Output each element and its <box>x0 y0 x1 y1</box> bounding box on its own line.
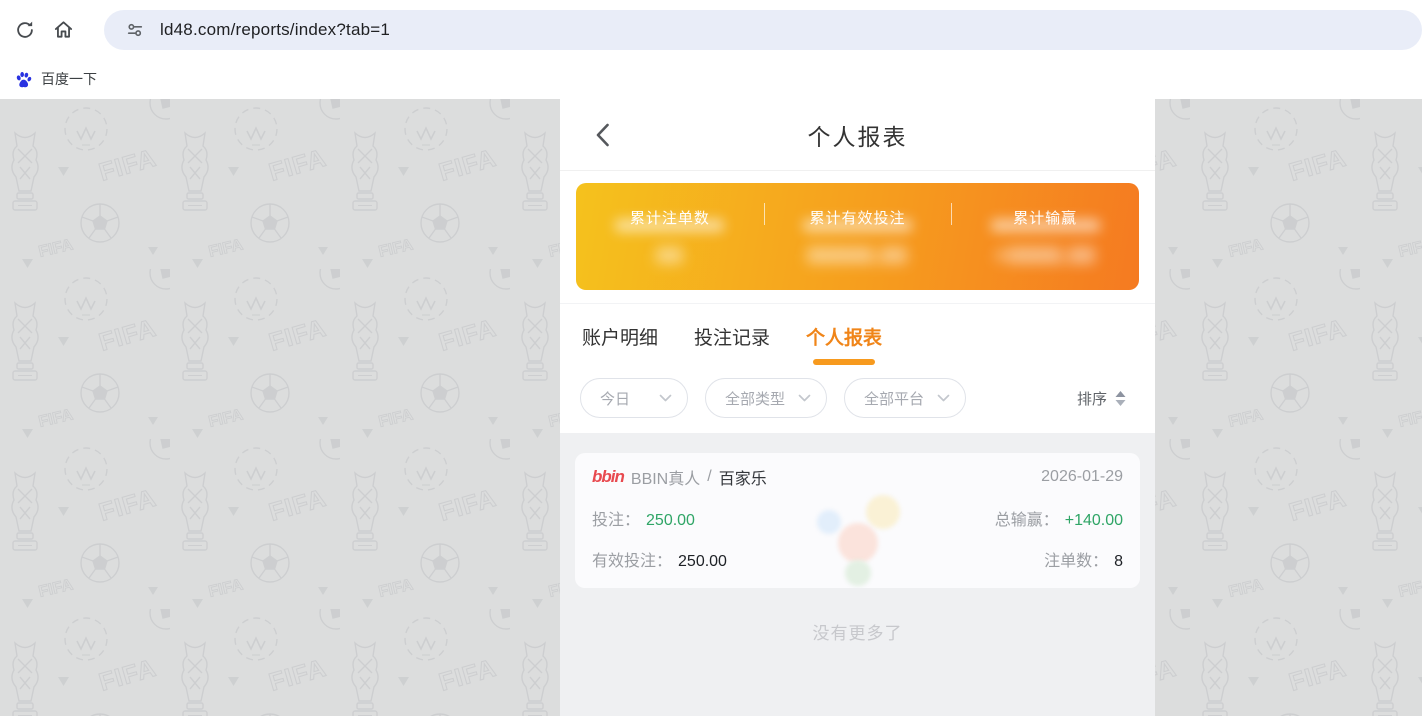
report-record-card[interactable]: bbin BBIN真人 / 百家乐 2026-01-29 投注： 250.00 … <box>575 453 1140 588</box>
filter-game-type[interactable]: 全部类型 <box>705 378 827 418</box>
page-background: FIFA FIFA <box>0 99 1422 716</box>
chevron-down-icon <box>937 394 950 402</box>
page-title: 个人报表 <box>808 118 908 152</box>
record-provider: bbin BBIN真人 / 百家乐 <box>592 465 767 489</box>
bet-count: 注单数： 8 <box>1044 547 1123 571</box>
separator: / <box>707 468 711 486</box>
game-name: 百家乐 <box>719 465 767 489</box>
valid-bet-amount: 有效投注： 250.00 <box>592 547 727 571</box>
filter-platform[interactable]: 全部平台 <box>844 378 966 418</box>
bookmarks-bar: 百度一下 <box>0 59 1422 99</box>
win-value: +140.00 <box>1065 512 1123 530</box>
list-end-message: 没有更多了 <box>575 619 1140 644</box>
baidu-paw-icon <box>14 70 33 89</box>
record-date: 2026-01-29 <box>1041 468 1123 486</box>
bet-count-label: 注单数： <box>1044 547 1108 571</box>
record-row-2: 有效投注： 250.00 注单数： 8 <box>592 547 1123 571</box>
address-bar[interactable]: ld48.com/reports/index?tab=1 <box>104 10 1422 50</box>
total-win-loss: 总输赢： +140.00 <box>995 506 1123 530</box>
bet-value: 250.00 <box>646 512 695 530</box>
filter-date-range-label: 今日 <box>600 388 630 409</box>
reload-button[interactable] <box>6 11 44 49</box>
bet-amount: 投注： 250.00 <box>592 506 695 530</box>
site-settings-icon[interactable] <box>122 17 148 43</box>
back-button[interactable] <box>588 121 616 149</box>
summary-banner-section: 累计注单数 88 累计有效投注 88888.88 累计输赢 +8888.88 <box>560 171 1155 304</box>
filter-game-type-label: 全部类型 <box>725 388 785 409</box>
record-header: bbin BBIN真人 / 百家乐 2026-01-29 <box>592 465 1123 489</box>
panel-header: 个人报表 <box>560 99 1155 171</box>
provider-name: BBIN真人 <box>631 465 700 489</box>
browser-chrome: ld48.com/reports/index?tab=1 百度一下 <box>0 0 1422 99</box>
summary-item-win-loss: 累计输赢 +8888.88 <box>951 205 1139 269</box>
valid-bet-label: 有效投注： <box>592 547 672 571</box>
tab-bar: 账户明细 投注记录 个人报表 <box>560 304 1155 365</box>
record-row-1: 投注： 250.00 总输赢： +140.00 <box>592 506 1123 530</box>
summary-banner: 累计注单数 88 累计有效投注 88888.88 累计输赢 +8888.88 <box>576 183 1139 290</box>
sort-icon <box>1114 390 1127 407</box>
chevron-down-icon <box>659 394 672 402</box>
back-chevron-icon <box>595 123 610 147</box>
filter-bar: 今日 全部类型 全部平台 排序 <box>560 365 1155 433</box>
valid-bet-value: 250.00 <box>678 553 727 571</box>
bookmark-baidu[interactable]: 百度一下 <box>14 69 97 89</box>
sort-control[interactable]: 排序 <box>1077 388 1135 409</box>
report-list: bbin BBIN真人 / 百家乐 2026-01-29 投注： 250.00 … <box>560 433 1155 716</box>
summary-value-redacted: +8888.88 <box>951 243 1139 269</box>
tab-bet-records[interactable]: 投注记录 <box>694 323 770 365</box>
filter-date-range[interactable]: 今日 <box>580 378 688 418</box>
redaction-blur <box>615 219 724 232</box>
reload-icon <box>14 19 36 41</box>
redaction-blur <box>803 219 912 232</box>
redaction-blur <box>991 219 1100 232</box>
bet-count-value: 8 <box>1114 553 1123 571</box>
tab-personal-report[interactable]: 个人报表 <box>806 323 882 365</box>
sort-label: 排序 <box>1077 388 1107 409</box>
win-label: 总输赢： <box>995 506 1059 530</box>
chevron-down-icon <box>798 394 811 402</box>
home-button[interactable] <box>44 11 82 49</box>
summary-item-valid-bets: 累计有效投注 88888.88 <box>764 205 952 269</box>
bbin-logo: bbin <box>592 467 624 487</box>
bookmark-label: 百度一下 <box>41 69 97 89</box>
browser-toolbar: ld48.com/reports/index?tab=1 <box>0 0 1422 59</box>
summary-value-redacted: 88888.88 <box>764 243 952 269</box>
summary-item-bet-count: 累计注单数 88 <box>576 205 764 269</box>
filter-platform-label: 全部平台 <box>864 388 924 409</box>
tab-account-details[interactable]: 账户明细 <box>582 323 658 365</box>
home-icon <box>52 18 75 41</box>
url-text[interactable]: ld48.com/reports/index?tab=1 <box>160 20 390 40</box>
summary-value-redacted: 88 <box>576 243 764 269</box>
report-panel: 个人报表 累计注单数 88 累计有效投注 88888.88 累计输赢 <box>560 99 1155 716</box>
bet-label: 投注： <box>592 506 640 530</box>
